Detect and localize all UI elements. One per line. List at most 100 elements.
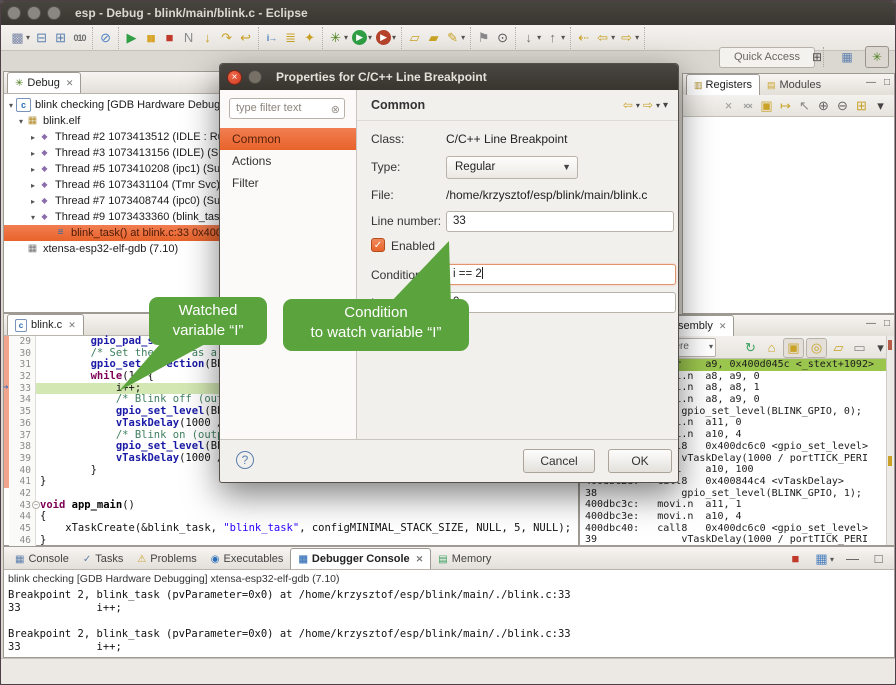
line-number[interactable]: 31 bbox=[9, 359, 36, 371]
close-tab-icon[interactable]: ✕ bbox=[66, 78, 74, 89]
expand-arrow-icon[interactable]: ▾ bbox=[6, 101, 16, 110]
import-folder-icon[interactable]: ▰ bbox=[424, 29, 443, 47]
maximize-view-icon[interactable]: □ bbox=[869, 550, 888, 568]
add-register-group-icon[interactable]: ▣ bbox=[757, 97, 776, 115]
window-close-icon[interactable] bbox=[7, 6, 21, 20]
overview-ruler[interactable] bbox=[886, 336, 894, 545]
display-selected-console-icon[interactable]: ▦▾ bbox=[812, 550, 836, 568]
pin-view-icon[interactable]: ▭ bbox=[850, 339, 869, 357]
line-number[interactable]: 36 bbox=[9, 418, 36, 430]
maximize-view-icon[interactable]: □ bbox=[884, 318, 890, 329]
open-new-view-icon[interactable]: ▱ bbox=[829, 339, 848, 357]
open-folder-icon[interactable]: ▱ bbox=[405, 29, 424, 47]
step-over-icon[interactable]: ↷ bbox=[217, 29, 236, 47]
tab-debugger-console[interactable]: ▦Debugger Console✕ bbox=[290, 548, 431, 569]
back-icon[interactable]: ⇦▾ bbox=[593, 29, 617, 47]
new-wizard-dropdown-icon[interactable]: ▾ bbox=[26, 33, 30, 42]
terminate-icon[interactable]: ■ bbox=[160, 29, 179, 47]
last-edit-location-icon[interactable]: ⇠ bbox=[574, 29, 593, 47]
skip-all-breakpoints-icon[interactable]: ⊘ bbox=[96, 29, 115, 47]
dialog-section-actions[interactable]: Actions bbox=[220, 150, 356, 172]
forward-icon[interactable]: ⇨▾ bbox=[617, 29, 641, 47]
debug-tree-item[interactable]: ▸◆Thread #5 1073410208 (ipc1) (Suspended… bbox=[4, 161, 230, 177]
expand-arrow-icon[interactable]: ▸ bbox=[28, 149, 38, 158]
next-annotation-icon[interactable]: ↓▾ bbox=[519, 29, 543, 47]
line-number[interactable]: 35 bbox=[9, 406, 36, 418]
expand-arrow-icon[interactable]: ▸ bbox=[28, 165, 38, 174]
window-maximize-icon[interactable] bbox=[47, 6, 61, 20]
forward-dropdown-icon[interactable]: ▾ bbox=[635, 33, 639, 42]
minimize-view-icon[interactable]: — bbox=[866, 318, 876, 329]
debug-tree-item[interactable]: ▸◆Thread #2 1073413512 (IDLE : Running) bbox=[4, 129, 230, 145]
binary-file-icon[interactable]: 010 bbox=[70, 29, 89, 47]
line-number[interactable]: 44 bbox=[9, 511, 36, 523]
debug-tree-item[interactable]: ▸◆Thread #6 1073431104 (Tmr Svc) (Suspen… bbox=[4, 177, 230, 193]
line-number[interactable]: 40 bbox=[9, 465, 36, 477]
go-to-pc-icon[interactable]: ⌂ bbox=[762, 339, 781, 357]
debug-tree-item[interactable]: ▦xtensa-esp32-elf-gdb (7.10) bbox=[4, 241, 230, 257]
window-minimize-icon[interactable] bbox=[27, 6, 41, 20]
disconnect-icon[interactable]: N bbox=[179, 29, 198, 47]
debug-tree-item[interactable]: ▾◆Thread #9 1073433360 (blink_task : Run… bbox=[4, 209, 230, 225]
window-titlebar[interactable]: esp - Debug - blink/main/blink.c - Eclip… bbox=[1, 1, 895, 25]
tab-modules[interactable]: ▤ Modules bbox=[760, 75, 828, 95]
dialog-close-icon[interactable]: × bbox=[227, 70, 242, 85]
run-icon[interactable]: ▶▾ bbox=[350, 29, 374, 46]
code-line[interactable]: 43−void app_main() bbox=[4, 500, 578, 512]
breakpoint-pc-icon[interactable]: ➜ bbox=[3, 383, 8, 395]
select-pointer-icon[interactable]: ↖ bbox=[795, 97, 814, 115]
layout-icon[interactable]: ⊞ bbox=[852, 97, 871, 115]
line-number-input[interactable]: 33 bbox=[446, 211, 674, 232]
help-icon[interactable]: ? bbox=[236, 451, 254, 469]
open-perspective-icon[interactable]: ⊞ bbox=[805, 46, 829, 68]
refresh-view-icon[interactable]: ↻ bbox=[741, 339, 760, 357]
resume-icon[interactable]: ▶ bbox=[122, 29, 141, 47]
fold-marker-icon[interactable]: − bbox=[32, 501, 40, 509]
external-tools-icon[interactable]: ▶▾ bbox=[374, 29, 398, 46]
remove-register-group-icon[interactable]: × bbox=[719, 97, 738, 115]
suspend-icon[interactable]: ▮▮ bbox=[141, 29, 160, 47]
view-menu-icon[interactable]: ▾ bbox=[871, 97, 890, 115]
save-icon[interactable]: ⊟ bbox=[32, 29, 51, 47]
new-wizard-icon[interactable]: ▩▾ bbox=[8, 29, 32, 47]
cancel-button[interactable]: Cancel bbox=[523, 449, 595, 473]
toggle-mark-occurrences-icon[interactable]: ⚑ bbox=[474, 29, 493, 47]
disassembly-line[interactable]: 400dbc40: call8 0x400dc6c0 <gpio_set_lev… bbox=[580, 523, 886, 535]
console-output[interactable]: Breakpoint 2, blink_task (pvParameter=0x… bbox=[8, 589, 894, 654]
line-number[interactable]: 29 bbox=[9, 336, 36, 348]
line-number[interactable]: 37 bbox=[9, 430, 36, 442]
type-dropdown[interactable]: Regular ▼ bbox=[446, 156, 578, 179]
close-tab-icon[interactable]: ✕ bbox=[68, 320, 76, 331]
save-all-icon[interactable]: ⊞ bbox=[51, 29, 70, 47]
debug-tree-item[interactable]: ▾cblink checking [GDB Hardware Debugging… bbox=[4, 97, 230, 113]
line-number[interactable]: 32 bbox=[9, 371, 36, 383]
view-menu-icon[interactable]: ▾ bbox=[663, 100, 668, 111]
line-number[interactable]: 38 bbox=[9, 441, 36, 453]
debug-tree-item[interactable]: ▸◆Thread #7 1073408744 (ipc0) (Suspended… bbox=[4, 193, 230, 209]
debug-tree-item[interactable]: ≡blink_task() at blink.c:33 0x400dbc1a bbox=[4, 225, 230, 241]
code-line[interactable]: 46} bbox=[4, 535, 578, 547]
dialog-maximize-icon[interactable] bbox=[248, 70, 262, 84]
line-number[interactable]: 30 bbox=[9, 348, 36, 360]
minimize-view-icon[interactable]: — bbox=[866, 77, 876, 88]
dialog-section-filter[interactable]: Filter bbox=[220, 172, 356, 194]
use-step-filters-icon[interactable]: ✦ bbox=[300, 29, 319, 47]
back-dropdown-icon[interactable]: ▾ bbox=[611, 33, 615, 42]
external-tools-dropdown-icon[interactable]: ▾ bbox=[392, 33, 396, 42]
debug-tree-item[interactable]: ▸◆Thread #3 1073413156 (IDLE) (Suspended… bbox=[4, 145, 230, 161]
disassembly-line[interactable]: 400dbc3e: movi.n a10, 4 bbox=[580, 511, 886, 523]
line-number[interactable]: 34 bbox=[9, 394, 36, 406]
maximize-view-icon[interactable]: □ bbox=[884, 77, 890, 88]
debug-perspective-icon[interactable]: ✳ bbox=[865, 46, 889, 68]
debug-tree-item[interactable]: ▾▦blink.elf bbox=[4, 113, 230, 129]
condition-input[interactable]: i == 2 bbox=[446, 264, 676, 285]
close-tab-icon[interactable]: ✕ bbox=[416, 554, 424, 565]
close-tab-icon[interactable]: ✕ bbox=[719, 321, 727, 332]
back-icon[interactable]: ⇦ bbox=[623, 98, 633, 112]
tab-tasks[interactable]: ✓Tasks bbox=[76, 549, 131, 569]
show-source-icon[interactable]: ▣ bbox=[783, 338, 804, 358]
forward-menu-icon[interactable]: ▾ bbox=[656, 101, 660, 110]
sync-with-active-context-icon[interactable]: ◎ bbox=[806, 338, 827, 358]
back-menu-icon[interactable]: ▾ bbox=[636, 101, 640, 110]
combo-arrow-icon[interactable]: ▾ bbox=[709, 339, 713, 355]
